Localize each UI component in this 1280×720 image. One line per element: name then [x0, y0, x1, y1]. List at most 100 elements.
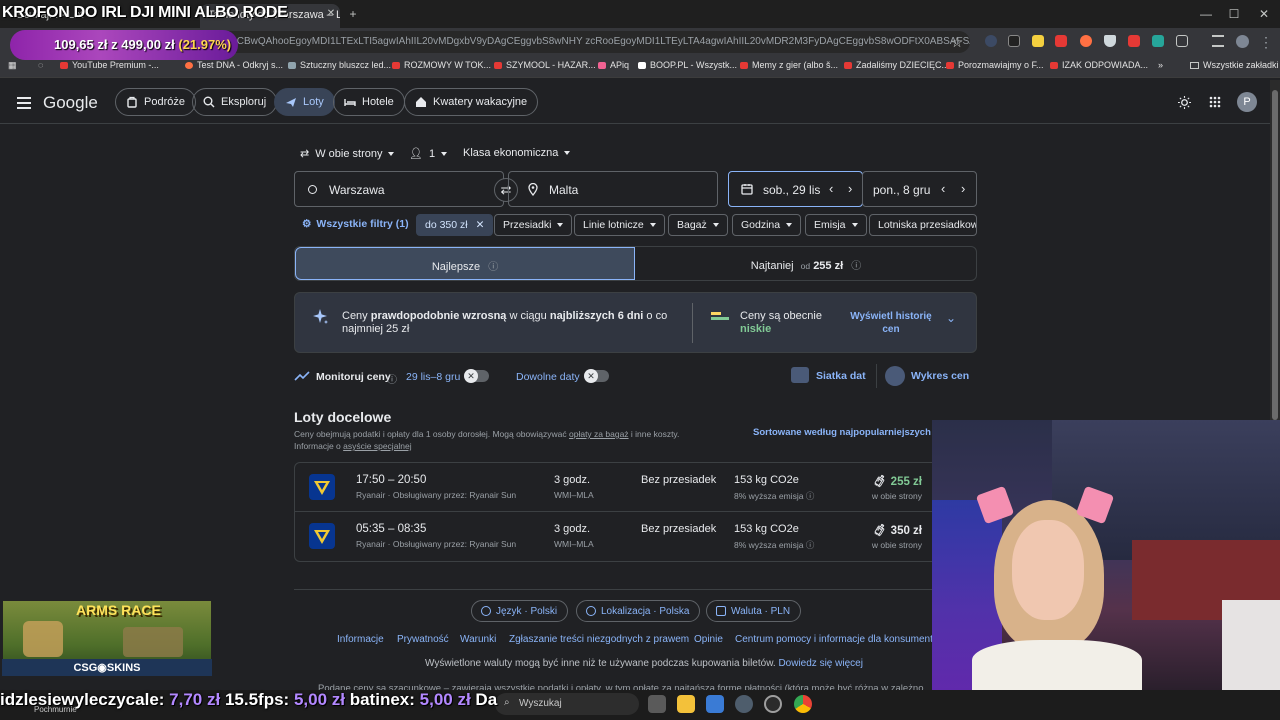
price-graph-button[interactable]: Wykres cen: [911, 370, 969, 382]
chrome-icon[interactable]: [794, 695, 812, 713]
file-explorer-icon[interactable]: [677, 695, 695, 713]
shield-icon[interactable]: [1104, 35, 1116, 47]
filter-chip-airlines[interactable]: Linie lotnicze: [574, 214, 665, 236]
info-icon[interactable]: ⓘ: [806, 540, 815, 550]
baggage-fees-link[interactable]: opłaty za bagaż: [569, 429, 629, 439]
chevron-down-icon[interactable]: ⌄: [946, 311, 956, 325]
monitor-prices-toggle[interactable]: ✕: [464, 369, 489, 383]
sort-popular-button[interactable]: Sortowane według najpopularniejszych: [753, 427, 931, 438]
trip-type-select[interactable]: ⇄ W obie strony: [300, 147, 395, 160]
depart-date-field[interactable]: sob., 29 lis ‹ ›: [728, 171, 863, 207]
footer-link-help[interactable]: Centrum pomocy i informacje dla konsumen…: [735, 634, 938, 645]
chevron-right-icon[interactable]: ›: [961, 181, 965, 196]
tab-close-icon[interactable]: ✕: [323, 6, 339, 22]
maximize-button[interactable]: ☐: [1226, 6, 1242, 22]
scrollbar-thumb[interactable]: [1272, 90, 1278, 420]
all-filters-button[interactable]: ⚙︎ Wszystkie filtry (1): [294, 214, 417, 236]
all-bookmarks[interactable]: Wszystkie zakładki: [1190, 60, 1279, 70]
bookmark-item[interactable]: ◌: [38, 60, 43, 70]
bookmark-star-icon[interactable]: ☆: [949, 34, 965, 50]
bookmark-item[interactable]: Memy z gier (albo š...: [740, 60, 838, 70]
bookmark-item[interactable]: Porozmawiajmy o F...: [946, 60, 1044, 70]
bookmark-item[interactable]: APiq: [598, 60, 629, 70]
flexible-dates-toggle[interactable]: ✕: [584, 369, 609, 383]
return-date-field[interactable]: pon., 8 gru ‹ ›: [862, 171, 977, 207]
origin-field[interactable]: Warszawa: [294, 171, 504, 207]
chevron-left-icon[interactable]: ‹: [829, 181, 833, 196]
nav-chip-travel[interactable]: Podróże: [115, 88, 196, 116]
nav-chip-vacation-rentals[interactable]: Kwatery wakacyjne: [404, 88, 539, 116]
filter-chip-baggage[interactable]: Bagaż: [668, 214, 728, 236]
bookmark-item[interactable]: Test DNA - Odkryj s...: [185, 60, 283, 70]
info-icon[interactable]: ⓘ: [806, 491, 815, 501]
flight-row[interactable]: 05:35 – 08:35 Ryanair · Obsługiwany prze…: [294, 512, 977, 562]
apps-grid-icon[interactable]: [1209, 96, 1221, 108]
url-input[interactable]: ...tfs=CBwQAhooEgoyMDI1LTExLTI5agwIAhIIL…: [200, 31, 970, 53]
close-window-button[interactable]: ✕: [1256, 6, 1272, 22]
profile-avatar-icon[interactable]: [1236, 35, 1249, 48]
special-assistance-link[interactable]: asyście specjalnej: [343, 441, 412, 451]
destination-field[interactable]: Malta: [508, 171, 718, 207]
extension-icon[interactable]: [1008, 35, 1020, 47]
price-history-link[interactable]: Wyświetl historię cen: [848, 310, 934, 336]
passengers-select[interactable]: 👤︎ 1: [409, 147, 448, 160]
nav-chip-flights[interactable]: Loty: [274, 88, 335, 116]
task-view-icon[interactable]: [648, 695, 666, 713]
tab-cheapest[interactable]: Najtaniej od 255 zł ⓘ: [636, 247, 976, 280]
adblock-icon[interactable]: [1055, 35, 1067, 47]
bookmark-item[interactable]: SZYMOOL - HAZAR...: [494, 60, 596, 70]
bookmark-item[interactable]: ROZMOWY W TOK...: [392, 60, 491, 70]
new-tab-button[interactable]: +: [345, 6, 361, 22]
nav-chip-hotels[interactable]: Hotele: [333, 88, 405, 116]
playlist-icon[interactable]: [1212, 35, 1224, 47]
bookmark-item[interactable]: Zadaliśmy DZIECIĘC...: [844, 60, 949, 70]
chevron-left-icon[interactable]: ‹: [941, 181, 945, 196]
flight-row[interactable]: 17:50 – 20:50 Ryanair · Obsługiwany prze…: [294, 462, 977, 512]
footer-link-privacy[interactable]: Prywatność: [397, 634, 449, 645]
chevron-right-icon[interactable]: ›: [848, 181, 852, 196]
filter-chip-connecting-airports[interactable]: Lotniska przesiadkowe: [869, 214, 977, 236]
menu-icon[interactable]: [17, 97, 31, 112]
filter-chip-stops[interactable]: Przesiadki: [494, 214, 573, 236]
footer-link-terms[interactable]: Warunki: [460, 634, 496, 645]
filter-chip-emissions[interactable]: Emisja: [805, 214, 867, 236]
nav-chip-explore[interactable]: Eksploruj: [192, 88, 278, 116]
theme-sun-icon[interactable]: [1178, 96, 1191, 109]
bookmark-item[interactable]: IZAK ODPOWIADA...: [1050, 60, 1148, 70]
extension-icon[interactable]: [1152, 35, 1164, 47]
obs-icon[interactable]: [764, 695, 782, 713]
footer-link-report[interactable]: Zgłaszanie treści niezgodnych z prawem: [509, 634, 689, 645]
store-icon[interactable]: [706, 695, 724, 713]
info-icon[interactable]: ⓘ: [387, 371, 397, 386]
browser-menu-icon[interactable]: ⋮: [1258, 34, 1274, 50]
clear-filter-icon[interactable]: ✕: [476, 219, 485, 231]
extension-icon[interactable]: [985, 35, 997, 47]
language-button[interactable]: Język · Polski: [471, 600, 569, 622]
puzzle-icon[interactable]: [1176, 35, 1188, 47]
minimize-button[interactable]: —: [1198, 6, 1214, 22]
date-grid-button[interactable]: Siatka dat: [816, 370, 866, 382]
learn-more-link[interactable]: Dowiedz się więcej: [778, 658, 862, 669]
currency-button[interactable]: Waluta · PLN: [706, 600, 802, 622]
bookmarks-overflow-icon[interactable]: »: [1158, 60, 1163, 70]
filter-chip-price[interactable]: do 350 zł ✕: [416, 214, 494, 236]
info-icon[interactable]: ⓘ: [488, 262, 498, 273]
settings-gear-icon[interactable]: [735, 695, 753, 713]
apps-grid-icon[interactable]: ▦: [8, 60, 17, 71]
filter-chip-time[interactable]: Godzina: [732, 214, 802, 236]
extension-icon[interactable]: [1080, 35, 1092, 47]
info-icon[interactable]: ⓘ: [851, 261, 861, 272]
tab-best[interactable]: Najlepsze ⓘ: [295, 247, 635, 280]
cabin-class-select[interactable]: Klasa ekonomiczna: [463, 147, 571, 159]
taskbar-search[interactable]: ⌕ Wyszukaj: [495, 693, 639, 715]
location-button[interactable]: Lokalizacja · Polska: [576, 600, 701, 622]
google-logo[interactable]: Google: [43, 93, 98, 113]
account-avatar[interactable]: P: [1237, 92, 1257, 112]
footer-link-about[interactable]: Informacje: [337, 634, 384, 645]
extension-icon[interactable]: [1032, 35, 1044, 47]
bookmark-item[interactable]: Sztuczny bluszcz led...: [288, 60, 391, 70]
footer-link-feedback[interactable]: Opinie: [694, 634, 723, 645]
bookmark-item[interactable]: BOOP.PL - Wszystk...: [638, 60, 737, 70]
bookmark-item[interactable]: YouTube Premium -...: [60, 60, 159, 70]
extension-icon[interactable]: [1128, 35, 1140, 47]
